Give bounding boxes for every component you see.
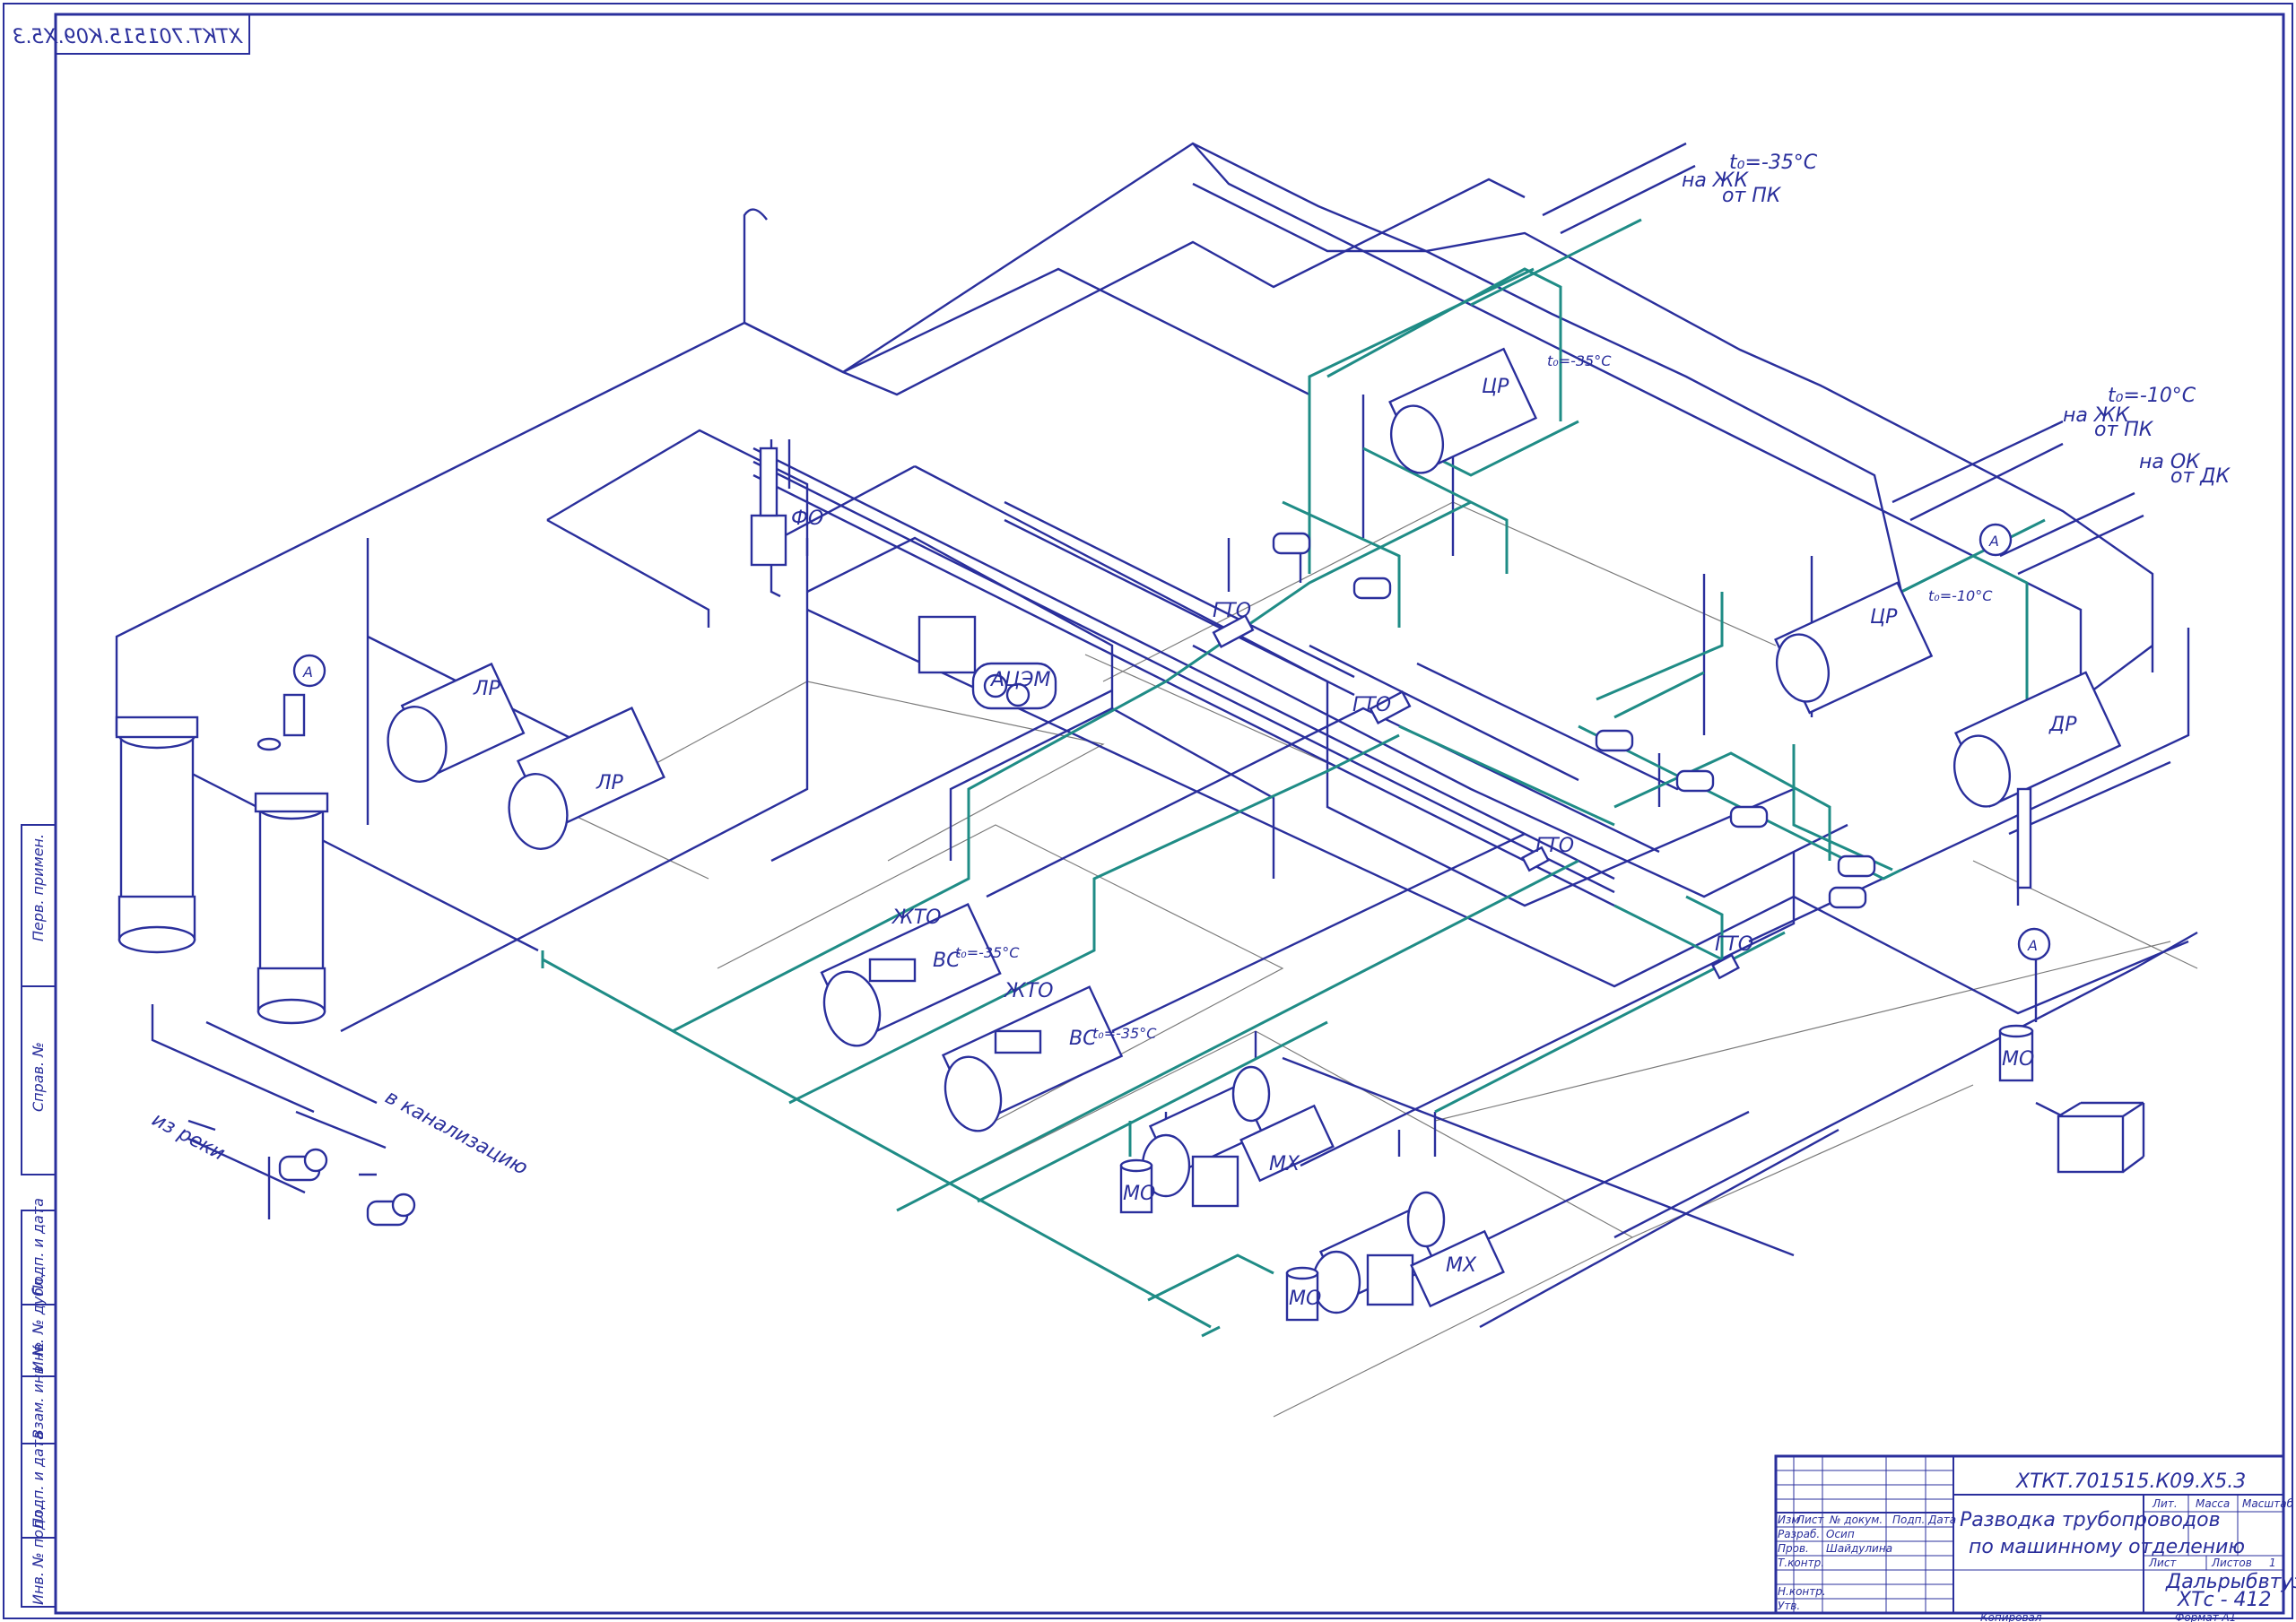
sheet-label: Лист [2148,1557,2177,1569]
role-tkontr: Т.контр. [1778,1557,1824,1569]
header-scale: Масштаб [2242,1497,2294,1510]
label-a-1: А [302,664,313,681]
condenser-column-1 [115,716,199,954]
label-lr-1: ЛР [473,678,501,700]
label-gto-2: ГТО [1352,694,1391,716]
col-header-date: Дата [1927,1514,1956,1526]
drawing-code: ХТКТ.701515.К09.Х5.3 [2015,1470,2246,1493]
name-checker: Шайдулина [1826,1542,1892,1555]
label-t0-1: t₀=-35°С [1729,152,1818,174]
label-from-pk-1: от ПК [1722,185,1782,207]
mirrored-code-stamp: ХТКТ.701515.К09.Х5.3 [13,13,250,55]
air-cooler-2 [941,985,1124,1132]
circulation-receiver-2 [1774,581,1934,715]
pump-1 [278,1148,328,1182]
label-tsr-1-temp: t₀=-35°С [1547,352,1612,369]
label-gto-3: ГТО [1535,835,1574,857]
drawing-title-line1: Разводка трубопроводов [1960,1509,2221,1531]
role-nkontr: Н.контр. [1778,1585,1826,1598]
role-prov: Пров. [1778,1542,1809,1555]
side-stamp-label-7: Инв. № подл. [30,1506,47,1605]
col-header-doc: № докум. [1829,1514,1883,1526]
label-mo-3: МО [2002,1048,2034,1071]
sheets-label: Листов [2211,1557,2252,1569]
col-header-list: Лист [1796,1514,1824,1526]
side-stamp-label-2: Справ. № [30,1042,47,1112]
footer-format: Формат А1 [2175,1611,2236,1622]
label-gto-1: ГТО [1213,600,1251,622]
label-tsr-2: ЦР [1870,606,1898,629]
label-tsr-2-temp: t₀=-10°С [1928,587,1993,604]
label-vs-2-temp: t₀=-35°С [1092,1025,1157,1042]
role-utv: Утв. [1778,1600,1800,1612]
label-from-river: из реки [148,1108,229,1165]
label-atsem: АЦЭМ [989,669,1050,691]
header-lit: Лит. [2152,1497,2178,1510]
sheets-value: 1 [2269,1557,2276,1569]
compressor-unit-2 [1311,1191,1505,1314]
label-a-2: А [1988,533,1999,550]
zhto-box-2 [994,1029,1042,1054]
pump-2 [366,1193,416,1227]
label-zhto-1: ЖТО [891,906,941,929]
unit-atsem [918,615,1057,710]
name-developer: Осип [1826,1528,1855,1540]
label-mo-2: МО [1289,1288,1321,1310]
label-from-pk-2: от ПК [2094,419,2154,441]
oil-separator-fo [750,447,787,567]
linear-receiver-1 [387,662,526,783]
side-stamp-label-1: Перв. примен. [30,834,47,941]
label-a-3: А [2027,937,2038,954]
linear-receiver-2 [508,707,665,850]
label-mx-2: МХ [1446,1254,1477,1277]
compressor-unit-1 [1141,1065,1335,1208]
label-dr: ДР [2048,714,2077,736]
oil-separator-small [283,693,306,737]
header-mass: Масса [2196,1497,2230,1510]
unit-box-bottom-right [2057,1115,2125,1174]
label-from-dk: от ДК [2170,465,2231,488]
label-mo-1: МО [1123,1183,1155,1205]
label-fo: ФО [791,507,823,530]
drawing-sheet: ХТКТ.701515.К09.Х5.3 Перв. примен. Справ… [3,3,2296,1622]
gto-exchanger-4 [1711,953,1740,980]
mirrored-code-text: ХТКТ.701515.К09.Х5.3 [13,26,243,48]
label-tsr-1: ЦР [1482,376,1509,398]
title-block-text: ХТКТ.701515.К09.Х5.3 Разводка трубопрово… [1778,1470,2296,1622]
side-stamp-label-5: Взам. инв. № [30,1341,47,1439]
zhto-box-1 [868,958,917,983]
condenser-column-2 [254,792,329,1025]
label-zhto-2: ЖТО [1003,980,1053,1002]
sheet-frame [3,3,2293,1619]
label-to-sewer: в канализацию [381,1086,531,1180]
label-lr-2: ЛР [596,772,624,794]
footer-copy: Копировал [1980,1611,2042,1622]
org-line2: ХТс - 412 [2177,1589,2272,1611]
circulation-receiver-1 [1388,347,1538,474]
label-mx-1: МХ [1269,1153,1300,1175]
role-razrab: Разраб. [1778,1528,1820,1540]
label-vs-1-temp: t₀=-35°С [955,944,1020,961]
label-t0-2: t₀=-10°С [2108,385,2196,407]
col-header-sign: Подп. [1892,1514,1925,1526]
side-stamp-labels: Перв. примен. Справ. № Подп. и дата Инв.… [30,834,47,1605]
drawing-title-line2: по машинному отделению [1969,1536,2245,1558]
equipment [115,347,2145,1322]
label-gto-4: ГТО [1715,933,1753,956]
